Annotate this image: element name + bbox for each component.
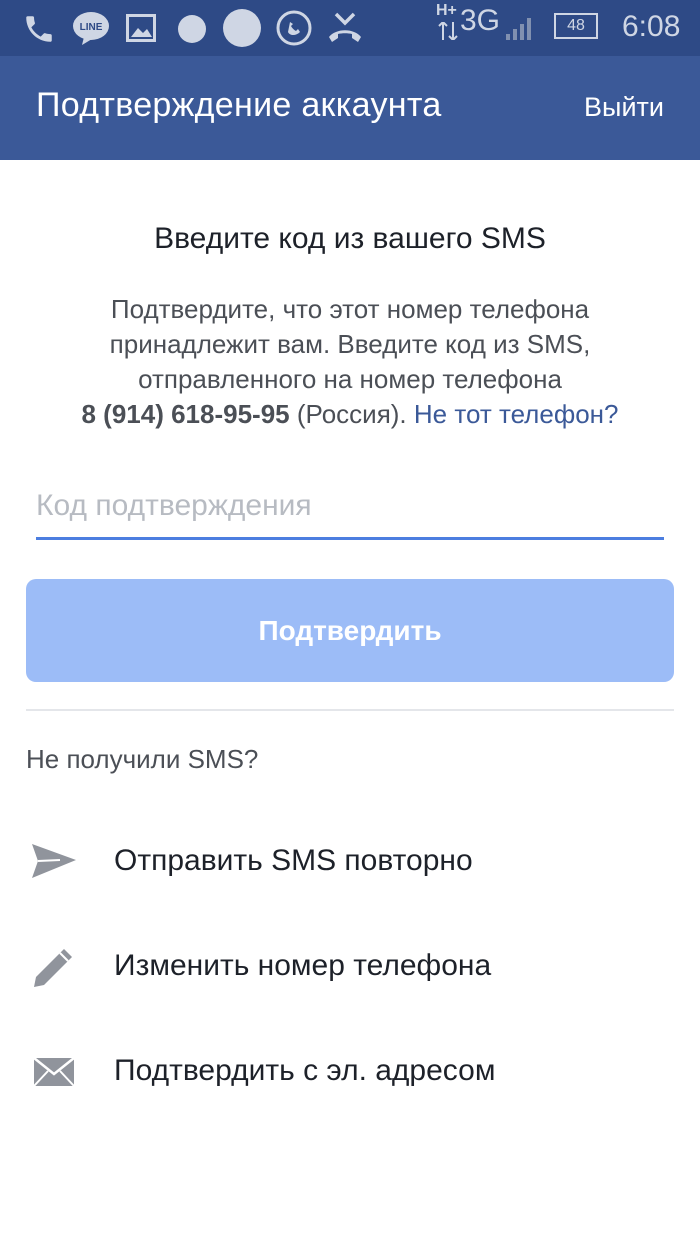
sms-description: Подтвердите, что этот номер телефона при… xyxy=(40,292,660,432)
line-app-icon: LINE xyxy=(73,12,109,45)
phone-country: (Россия). xyxy=(289,399,414,429)
battery-icon: 48 xyxy=(554,13,598,39)
resend-sms-option[interactable]: Отправить SMS повторно xyxy=(0,816,700,906)
option-label: Подтвердить с эл. адресом xyxy=(114,1054,496,1087)
description-line: принадлежит вам. Введите код из SMS, xyxy=(109,329,591,359)
change-phone-option[interactable]: Изменить номер телефона xyxy=(0,921,700,1011)
pencil-icon xyxy=(34,949,72,987)
not-received-label: Не получили SMS? xyxy=(26,744,259,774)
description-line: отправленного на номер телефона xyxy=(138,364,562,394)
image-icon xyxy=(126,14,156,42)
description-line: Подтвердите, что этот номер телефона xyxy=(110,294,590,324)
option-label: Изменить номер телефона xyxy=(114,949,492,982)
missed-call-icon xyxy=(329,12,361,42)
confirm-button[interactable]: Подтвердить xyxy=(26,579,674,682)
clock: 6:08 xyxy=(622,10,681,43)
status-bar: LINE H+ 3G 48 6:08 xyxy=(0,0,700,56)
network-prefix: H+ xyxy=(436,2,457,19)
logout-button[interactable]: Выйти xyxy=(584,92,664,123)
network-type: 3G xyxy=(460,4,501,37)
confirm-email-option[interactable]: Подтвердить с эл. адресом xyxy=(0,1026,700,1116)
envelope-icon xyxy=(33,1057,75,1087)
phone-call-icon xyxy=(26,16,52,42)
page-title: Подтверждение аккаунта xyxy=(36,86,442,124)
divider xyxy=(26,709,674,711)
confirmation-code-input[interactable] xyxy=(36,474,664,540)
dot-icon xyxy=(178,15,206,43)
call-ring-icon xyxy=(276,10,312,46)
signal-icon xyxy=(506,18,531,40)
svg-text:LINE: LINE xyxy=(80,22,103,33)
sms-heading: Введите код из вашего SMS xyxy=(154,222,546,255)
phone-line: 8 (914) 618-95-95 (Россия). Не тот телеф… xyxy=(40,397,660,432)
phone-number: 8 (914) 618-95-95 xyxy=(81,399,290,429)
circle-icon xyxy=(223,9,261,47)
send-icon xyxy=(32,844,76,878)
network-arrows-icon xyxy=(438,22,458,40)
app-bar: Подтверждение аккаунта Выйти xyxy=(0,56,700,160)
option-label: Отправить SMS повторно xyxy=(114,844,473,877)
battery-level: 48 xyxy=(567,17,585,34)
wrong-phone-link[interactable]: Не тот телефон? xyxy=(414,399,619,429)
